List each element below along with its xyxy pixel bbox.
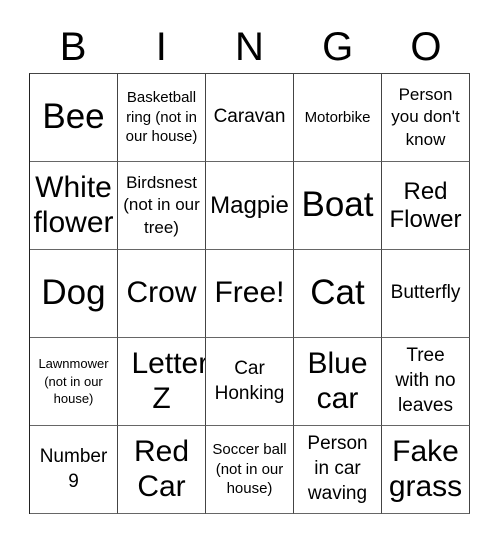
cell-text: Butterfly <box>390 282 461 304</box>
cell-text: Blue car <box>307 347 368 415</box>
cell-text: Number 9 <box>39 445 108 492</box>
cell-text: Boat <box>301 185 374 225</box>
bingo-cell[interactable]: Fake grass <box>382 426 470 514</box>
bingo-cell[interactable]: Boat <box>294 162 382 250</box>
cell-text: Magpie <box>210 191 289 219</box>
header-letter-o: O <box>410 25 442 69</box>
cell-text: Caravan <box>213 106 286 128</box>
bingo-cell[interactable]: Dog <box>30 250 118 338</box>
cell-text: Crow <box>126 276 197 310</box>
cell-text: Car Honking <box>214 357 285 404</box>
header-letter-n: N <box>235 25 264 69</box>
bingo-cell[interactable]: Red Flower <box>382 162 470 250</box>
header-letter-b: B <box>59 25 87 69</box>
bingo-cell[interactable]: White flower <box>30 162 118 250</box>
bingo-cell[interactable]: Number 9 <box>30 426 118 514</box>
bingo-cell[interactable]: Soccer ball (not in our house) <box>206 426 294 514</box>
bingo-cell[interactable]: Caravan <box>206 74 294 162</box>
cell-text: Person in car waving <box>307 433 368 504</box>
cell-text: Red Flower <box>389 177 462 233</box>
cell-text: Letter Z <box>131 347 206 415</box>
cell-text: Red Car <box>133 435 190 503</box>
cell-text: Motorbike <box>304 108 371 126</box>
cell-text: Cat <box>310 273 365 313</box>
cell-text: Soccer ball (not in our house) <box>212 441 287 498</box>
bingo-cell[interactable]: Person in car waving <box>294 426 382 514</box>
bingo-cell[interactable]: Magpie <box>206 162 294 250</box>
bingo-cell[interactable]: Red Car <box>118 426 206 514</box>
bingo-cell[interactable]: Person you don't know <box>382 74 470 162</box>
bingo-cell[interactable]: Motorbike <box>294 74 382 162</box>
bingo-cell[interactable]: Crow <box>118 250 206 338</box>
cell-text: Birdsnest (not in our tree) <box>123 173 200 237</box>
bingo-cell[interactable]: Cat <box>294 250 382 338</box>
cell-text: Bee <box>42 97 105 137</box>
cell-text: Lawnmower (not in our house) <box>38 356 109 407</box>
cell-text: Fake grass <box>388 435 463 503</box>
cell-text: White flower <box>33 171 114 239</box>
bingo-cell[interactable]: Blue car <box>294 338 382 426</box>
bingo-cell[interactable]: Bee <box>30 74 118 162</box>
bingo-cell[interactable]: Car Honking <box>206 338 294 426</box>
cell-text: Tree with no leaves <box>395 345 456 416</box>
bingo-grid: Bee Basketball ring (not in our house) C… <box>29 73 470 514</box>
bingo-cell-free[interactable]: Free! <box>206 250 294 338</box>
bingo-cell[interactable]: Lawnmower (not in our house) <box>30 338 118 426</box>
cell-text: Person you don't know <box>391 85 460 149</box>
bingo-cell[interactable]: Basketball ring (not in our house) <box>118 74 206 162</box>
cell-text: Free! <box>214 276 285 310</box>
bingo-cell[interactable]: Letter Z <box>118 338 206 426</box>
bingo-header: B I N G O <box>29 22 470 72</box>
bingo-cell[interactable]: Birdsnest (not in our tree) <box>118 162 206 250</box>
bingo-cell[interactable]: Tree with no leaves <box>382 338 470 426</box>
cell-text: Basketball ring (not in our house) <box>125 89 198 146</box>
header-letter-i: I <box>155 25 167 69</box>
bingo-cell[interactable]: Butterfly <box>382 250 470 338</box>
header-letter-g: G <box>322 25 354 69</box>
cell-text: Dog <box>41 273 106 313</box>
